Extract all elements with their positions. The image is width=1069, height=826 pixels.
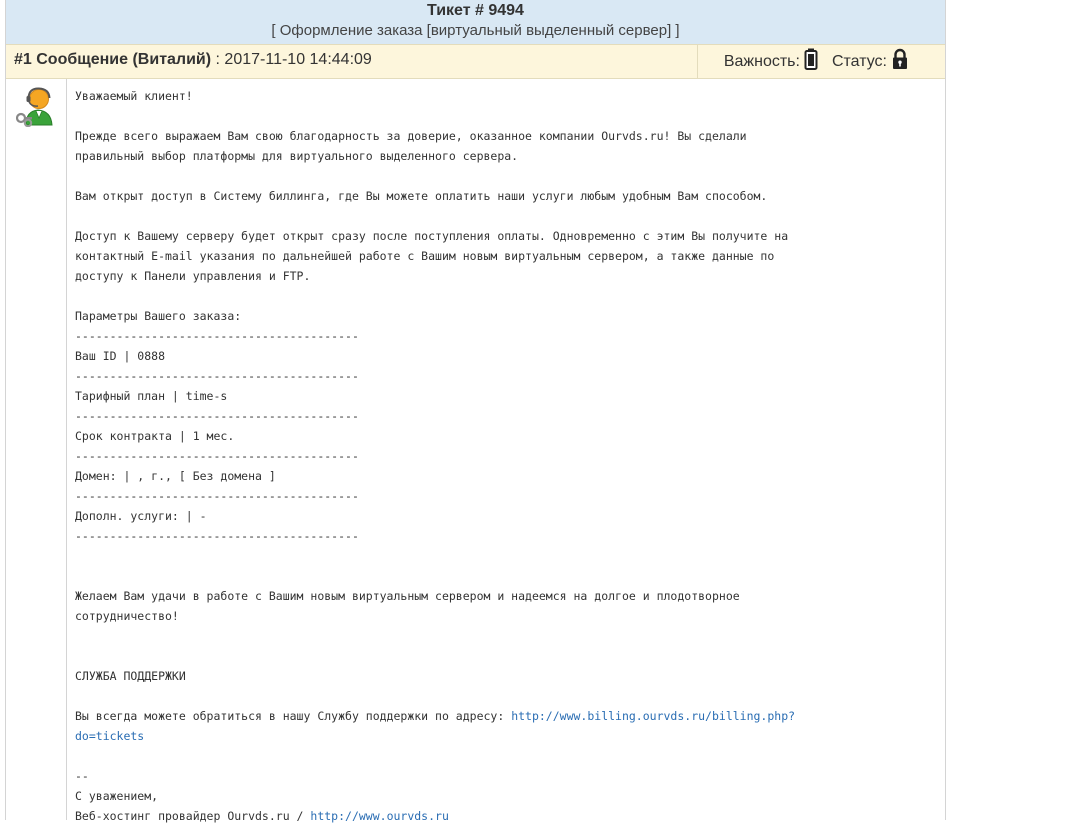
message-meta: #1 Сообщение (Виталий) : 2017-11-10 14:4…	[14, 51, 372, 69]
param-row: Домен: | , г., [ Без домена ]	[75, 469, 276, 483]
ticket-title: Тикет # 9494	[427, 2, 524, 19]
signature-dash: --	[75, 769, 89, 783]
message-body: Уважаемый клиент! Прежде всего выражаем …	[6, 79, 945, 823]
support-agent-icon	[15, 85, 56, 132]
greeting: Уважаемый клиент!	[75, 89, 193, 103]
battery-icon	[804, 48, 818, 75]
status-label: Статус:	[831, 52, 887, 70]
paragraph-wish: Желаем Вам удачи в работе с Вашим новым …	[75, 589, 740, 623]
param-row: Тарифный план | time-s	[75, 389, 228, 403]
message-flags: Важность: Статус:	[697, 45, 945, 78]
separator: ----------------------------------------…	[75, 409, 359, 423]
paragraph-access: Доступ к Вашему серверу будет открыт сра…	[75, 229, 789, 283]
ticket-subject: [ Оформление заказа [виртуальный выделен…	[271, 22, 680, 39]
separator: ----------------------------------------…	[75, 529, 359, 543]
paragraph-support: Вы всегда можете обратиться в нашу Служб…	[75, 706, 935, 746]
param-row: Дополн. услуги: | -	[75, 509, 207, 523]
signature-regards: С уважением,	[75, 789, 159, 803]
ticket-panel: Тикет # 9494 [ Оформление заказа [виртуа…	[5, 0, 946, 823]
separator: ----------------------------------------…	[75, 329, 359, 343]
message-author: #1 Сообщение (Виталий)	[14, 51, 212, 68]
separator: ----------------------------------------…	[75, 369, 359, 383]
importance-label: Важность:	[723, 52, 800, 70]
company-link[interactable]: http://www.ourvds.ru	[310, 809, 448, 823]
signature-company: Веб-хостинг провайдер Ourvds.ru / http:/…	[75, 806, 935, 826]
message-date: : 2017-11-10 14:44:09	[211, 51, 372, 68]
separator: ----------------------------------------…	[75, 449, 359, 463]
message-content: Уважаемый клиент! Прежде всего выражаем …	[75, 86, 935, 826]
ticket-header: Тикет # 9494 [ Оформление заказа [виртуа…	[6, 0, 945, 44]
support-text: Вы всегда можете обратиться в нашу Служб…	[75, 709, 512, 723]
paragraph-thanks: Прежде всего выражаем Вам свою благодарн…	[75, 129, 747, 163]
params-title: Параметры Вашего заказа:	[75, 309, 242, 323]
paragraph-billing: Вам открыт доступ в Систему биллинга, гд…	[75, 189, 768, 203]
message-header: #1 Сообщение (Виталий) : 2017-11-10 14:4…	[6, 44, 945, 79]
lock-icon	[891, 48, 909, 75]
param-row: Срок контракта | 1 мес.	[75, 429, 235, 443]
separator: ----------------------------------------…	[75, 489, 359, 503]
avatar-column	[6, 79, 67, 820]
support-title: СЛУЖБА ПОДДЕРЖКИ	[75, 669, 186, 683]
param-row: Ваш ID | 0888	[75, 349, 166, 363]
company-text: Веб-хостинг провайдер Ourvds.ru /	[75, 809, 311, 823]
